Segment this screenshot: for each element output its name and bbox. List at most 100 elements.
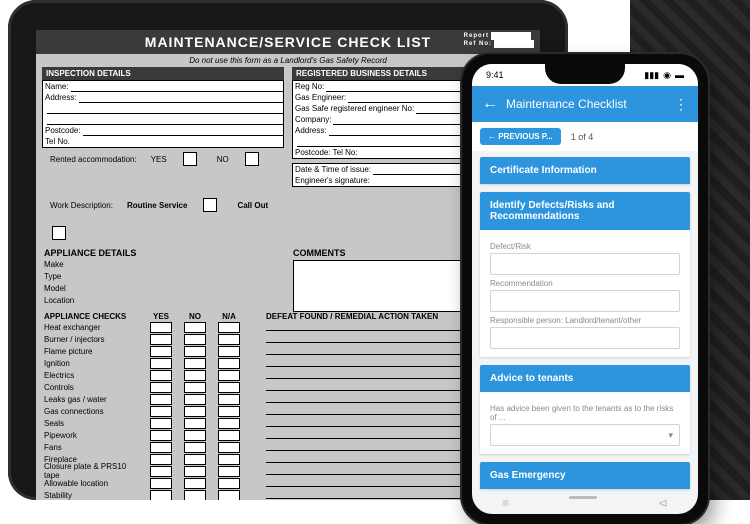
check-no-box[interactable] (184, 490, 206, 501)
nav-back-icon[interactable]: ⊲ (658, 496, 668, 510)
form-title: MAINTENANCE/SERVICE CHECK LIST Report Re… (36, 30, 540, 54)
check-yes-box[interactable] (150, 406, 172, 417)
check-yes-box[interactable] (150, 346, 172, 357)
check-row: Controls (44, 381, 532, 393)
check-no-box[interactable] (184, 382, 206, 393)
card-gas[interactable]: Gas Emergency (480, 462, 690, 489)
advice-select[interactable]: ▾ (490, 424, 680, 446)
check-na-box[interactable] (218, 466, 240, 477)
refno-field[interactable] (494, 40, 534, 48)
phone-notch (545, 64, 625, 84)
status-time: 9:41 (486, 70, 504, 80)
check-yes-box[interactable] (150, 466, 172, 477)
menu-icon[interactable]: ⋮ (674, 96, 688, 113)
check-no-box[interactable] (184, 394, 206, 405)
check-row: Stability (44, 489, 532, 500)
check-na-box[interactable] (218, 346, 240, 357)
check-row: Fans (44, 441, 532, 453)
biz-company-lbl: Company: (293, 114, 333, 125)
callout-lbl: Call Out (237, 201, 268, 210)
check-no-box[interactable] (184, 454, 206, 465)
check-no-box[interactable] (184, 442, 206, 453)
insp-name-field[interactable] (71, 81, 283, 92)
check-no-box[interactable] (184, 358, 206, 369)
responsible-input[interactable] (490, 327, 680, 349)
phone-device: 9:41 ▮▮▮◉▬ ← Maintenance Checklist ⋮ ← P… (462, 54, 708, 524)
check-yes-box[interactable] (150, 322, 172, 333)
card-certificate[interactable]: Certificate Information (480, 157, 690, 184)
check-no-box[interactable] (184, 406, 206, 417)
check-na-box[interactable] (218, 358, 240, 369)
card-defects: Identify Defects/Risks and Recommendatio… (480, 192, 690, 357)
check-yes-box[interactable] (150, 418, 172, 429)
check-na-box[interactable] (218, 418, 240, 429)
check-no-box[interactable] (184, 466, 206, 477)
col-no: NO (178, 312, 212, 321)
appl-location-lbl: Location (44, 296, 124, 308)
insp-postcode-field[interactable] (83, 125, 283, 136)
insp-tel-lbl: Tel No. (43, 136, 72, 147)
check-row-label: Fans (44, 443, 144, 452)
check-na-box[interactable] (218, 382, 240, 393)
check-no-box[interactable] (184, 418, 206, 429)
previous-page-button[interactable]: ← PREVIOUS P... (480, 128, 561, 145)
check-row: Gas connections (44, 405, 532, 417)
check-no-box[interactable] (184, 430, 206, 441)
check-na-box[interactable] (218, 406, 240, 417)
check-na-box[interactable] (218, 322, 240, 333)
callout-checkbox[interactable] (52, 226, 66, 240)
recommendation-label: Recommendation (490, 279, 680, 288)
insp-addr2-field[interactable] (47, 103, 283, 114)
check-na-box[interactable] (218, 454, 240, 465)
check-na-box[interactable] (218, 370, 240, 381)
check-na-box[interactable] (218, 490, 240, 501)
check-na-box[interactable] (218, 478, 240, 489)
check-row: Allowable location (44, 477, 532, 489)
check-na-box[interactable] (218, 442, 240, 453)
check-na-box[interactable] (218, 430, 240, 441)
check-yes-box[interactable] (150, 370, 172, 381)
biz-gassafe-lbl: Gas Safe registered engineer No: (293, 103, 416, 114)
android-nav: ≡ ⊲ (472, 496, 698, 510)
check-na-box[interactable] (218, 394, 240, 405)
insp-tel-field[interactable] (72, 136, 283, 147)
check-row: Closure plate & PRS10 tape (44, 465, 532, 477)
check-yes-box[interactable] (150, 430, 172, 441)
nav-home-icon[interactable] (569, 496, 597, 499)
report-field[interactable] (491, 32, 531, 40)
check-no-box[interactable] (184, 334, 206, 345)
back-icon[interactable]: ← (482, 95, 498, 113)
defect-risk-input[interactable] (490, 253, 680, 275)
insp-addr-field[interactable] (79, 92, 283, 103)
rented-no-checkbox[interactable] (245, 152, 259, 166)
check-yes-box[interactable] (150, 358, 172, 369)
check-yes-box[interactable] (150, 394, 172, 405)
check-yes-box[interactable] (150, 382, 172, 393)
checks-header: APPLIANCE CHECKS (44, 312, 144, 321)
rented-lbl: Rented accommodation: (50, 155, 137, 164)
rented-yes-checkbox[interactable] (183, 152, 197, 166)
form-subtitle: Do not use this form as a Landlord's Gas… (36, 54, 540, 67)
insp-addr3-field[interactable] (47, 114, 283, 125)
check-yes-box[interactable] (150, 334, 172, 345)
check-yes-box[interactable] (150, 442, 172, 453)
check-yes-box[interactable] (150, 478, 172, 489)
ref-box: Report Ref No: (464, 32, 534, 48)
check-no-box[interactable] (184, 370, 206, 381)
routine-checkbox[interactable] (203, 198, 217, 212)
check-row: Seals (44, 417, 532, 429)
check-yes-box[interactable] (150, 490, 172, 501)
check-yes-box[interactable] (150, 454, 172, 465)
card-defects-header: Identify Defects/Risks and Recommendatio… (480, 192, 690, 230)
check-na-box[interactable] (218, 334, 240, 345)
biz-eng-lbl: Gas Engineer: (293, 92, 348, 103)
check-row-label: Heat exchanger (44, 323, 144, 332)
insp-postcode-lbl: Postcode: (43, 125, 83, 136)
recommendation-input[interactable] (490, 290, 680, 312)
check-no-box[interactable] (184, 322, 206, 333)
check-no-box[interactable] (184, 346, 206, 357)
check-no-box[interactable] (184, 478, 206, 489)
nav-recent-icon[interactable]: ≡ (502, 496, 509, 510)
check-row-label: Flame picture (44, 347, 144, 356)
card-advice: Advice to tenants Has advice been given … (480, 365, 690, 454)
